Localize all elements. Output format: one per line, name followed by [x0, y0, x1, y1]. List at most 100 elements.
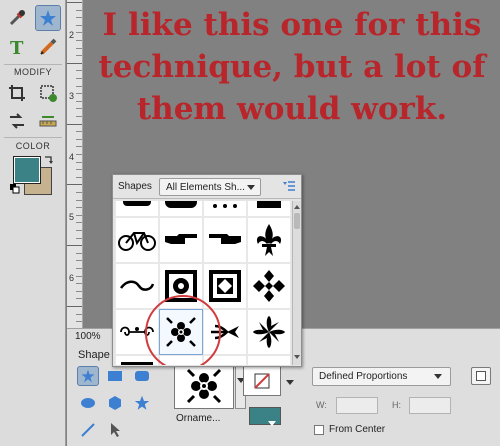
no-style-icon [254, 373, 270, 389]
crop-icon [9, 85, 25, 101]
highlight-circle-annotation [145, 295, 221, 365]
pencil-icon [40, 38, 57, 55]
ellipse-shape-button[interactable] [77, 393, 99, 413]
swap-colors-icon[interactable] [43, 154, 55, 166]
shape-color-swatch[interactable] [249, 407, 281, 425]
shapes-panel-header: Shapes All Elements Sh... [113, 175, 301, 199]
ruler-tick [76, 298, 82, 300]
shapes-panel-scrollbar[interactable] [292, 201, 301, 365]
ruler-tick [76, 260, 82, 262]
line-shape-button[interactable] [77, 420, 99, 440]
ruler-tick [67, 306, 82, 307]
pencil-tool-button[interactable] [35, 34, 61, 60]
move-arrows-icon [10, 113, 24, 129]
default-colors-icon[interactable] [10, 184, 20, 194]
shape-cell[interactable] [247, 309, 291, 355]
width-label: W: [316, 400, 327, 410]
scroll-up-arrow-icon[interactable] [294, 203, 300, 209]
content-aware-move-button[interactable] [4, 108, 30, 134]
shape-cell[interactable] [203, 217, 247, 263]
modify-section-label: MODIFY [14, 67, 52, 77]
ruler-tick [76, 214, 82, 216]
polygon-icon [109, 396, 121, 410]
custom-shape-tool-button[interactable] [35, 5, 61, 31]
ruler-tick [76, 100, 82, 102]
width-input[interactable] [336, 397, 378, 414]
recompose-tool-button[interactable] [35, 80, 61, 106]
vertical-ruler: 2 3 4 5 6 [67, 0, 83, 328]
ruler-tick [76, 17, 82, 19]
square-icon [476, 371, 486, 381]
panel-menu-icon[interactable] [283, 181, 295, 192]
ruler-tick [76, 192, 82, 193]
ruler-tick [67, 2, 82, 3]
ruler-tick [67, 62, 82, 64]
shape-cell[interactable] [247, 355, 291, 365]
simplify-button[interactable] [471, 367, 491, 385]
ruler-tick [76, 78, 82, 79]
from-center-checkbox[interactable] [314, 425, 324, 435]
custom-shape-icon [40, 10, 56, 26]
eyedropper-icon [9, 10, 25, 26]
color-section-label: COLOR [15, 141, 51, 151]
ruler-tick [76, 32, 82, 34]
shape-selection-button[interactable] [104, 420, 126, 440]
ruler-tick [76, 169, 82, 171]
ruler-tick [76, 131, 82, 133]
rounded-rectangle-icon [135, 371, 149, 381]
custom-shape-option-button[interactable] [77, 366, 99, 386]
ruler-tick [67, 123, 82, 125]
svg-text:T: T [10, 38, 24, 57]
eyedropper-tool-button[interactable] [4, 5, 30, 31]
foreground-color-swatch[interactable] [13, 156, 41, 184]
shape-category-dropdown[interactable]: All Elements Sh... [159, 178, 261, 196]
scrollbar-thumb[interactable] [294, 213, 300, 229]
style-dropdown-chevron-icon[interactable] [286, 380, 294, 385]
shape-cell[interactable] [159, 201, 203, 217]
shape-cell[interactable] [115, 217, 159, 263]
shape-cell[interactable] [247, 217, 291, 263]
type-tool-button[interactable]: T [4, 34, 30, 60]
chevron-down-icon [247, 185, 255, 190]
vine-shape-icon [251, 360, 287, 365]
ruler-tick [76, 93, 82, 95]
polygon-shape-button[interactable] [104, 393, 126, 413]
ruler-tick [76, 146, 82, 148]
shape-cell[interactable] [159, 217, 203, 263]
scroll-down-arrow-icon[interactable] [294, 355, 300, 361]
shape-picker[interactable] [174, 363, 234, 409]
ruler-tick [76, 138, 82, 140]
ruler-tick [76, 55, 82, 57]
star-shape-button[interactable] [131, 393, 153, 413]
shape-cell[interactable] [203, 201, 247, 217]
shape-style-picker[interactable] [243, 366, 281, 396]
shape-cell[interactable] [247, 201, 291, 217]
shape-cell[interactable] [115, 201, 159, 217]
diamond-cluster-icon [253, 270, 285, 302]
ruler-number: 4 [69, 152, 75, 162]
separator [4, 64, 62, 65]
ruler-tick [67, 245, 82, 247]
shape-cell[interactable] [247, 263, 291, 309]
annotation-line: I like this one for this [102, 7, 482, 43]
crop-tool-button[interactable] [4, 80, 30, 106]
rectangle-shape-button[interactable] [104, 366, 126, 386]
ruler-tick [76, 40, 82, 41]
custom-shape-icon [81, 369, 95, 383]
ruler-number: 2 [69, 30, 75, 40]
geometry-options-dropdown[interactable]: Defined Proportions [312, 367, 451, 386]
shapes-panel-title: Shapes [118, 181, 152, 192]
annotation-line: them would work. [136, 91, 448, 127]
ruler-number: 6 [69, 273, 75, 283]
separator [4, 137, 62, 138]
ruler-tick [67, 184, 82, 186]
rounded-rectangle-button[interactable] [131, 366, 153, 386]
height-input[interactable] [409, 397, 451, 414]
ruler-tick [76, 268, 82, 269]
type-icon: T [10, 38, 24, 57]
straighten-icon [39, 116, 57, 127]
ruler-tick [76, 321, 82, 323]
rectangle-icon [108, 371, 122, 381]
ruler-tick [76, 108, 82, 110]
straighten-tool-button[interactable] [35, 108, 61, 134]
